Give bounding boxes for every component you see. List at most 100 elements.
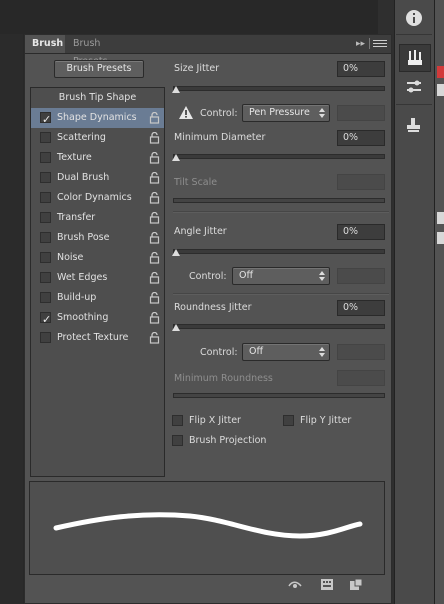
list-item-smoothing[interactable]: ✓ Smoothing (31, 308, 164, 328)
list-item-transfer[interactable]: Transfer (31, 208, 164, 228)
slider-knob[interactable] (172, 86, 180, 93)
minimum-roundness-field (337, 370, 385, 386)
brush-grid-icon[interactable] (321, 577, 333, 591)
minimum-diameter-field[interactable]: 0% (337, 130, 385, 146)
checkbox[interactable] (40, 152, 51, 163)
brush-projection-checkbox[interactable] (172, 435, 183, 446)
roundness-jitter-field[interactable]: 0% (337, 300, 385, 316)
checkbox[interactable]: ✓ (40, 112, 51, 126)
size-jitter-slider[interactable] (172, 86, 385, 93)
list-item-brush-tip-shape[interactable]: Brush Tip Shape (31, 88, 164, 108)
minimum-roundness-slider (173, 393, 385, 398)
canvas-area-left (0, 0, 23, 604)
control-dropdown-size[interactable]: Pen Pressure (242, 104, 330, 122)
control-dropdown-angle[interactable]: Off (232, 267, 330, 285)
updown-icon (319, 347, 325, 357)
roundness-jitter-slider[interactable] (172, 324, 385, 331)
panel-menu-icon[interactable] (369, 38, 387, 49)
info-icon[interactable] (399, 5, 429, 31)
angle-jitter-field[interactable]: 0% (337, 224, 385, 240)
lock-icon[interactable] (149, 232, 160, 244)
flip-y-label: Flip Y Jitter (300, 415, 352, 426)
list-item-label: Brush Pose (57, 232, 110, 243)
list-item-dual-brush[interactable]: Dual Brush (31, 168, 164, 188)
list-item-build-up[interactable]: Build-up (31, 288, 164, 308)
list-item-shape-dynamics[interactable]: ✓ Shape Dynamics (31, 108, 164, 128)
lock-icon[interactable] (149, 252, 160, 264)
checkbox[interactable] (40, 272, 51, 283)
size-jitter-field[interactable]: 0% (337, 61, 385, 77)
checkbox[interactable] (40, 332, 51, 343)
control-value: Off (249, 346, 264, 357)
lock-icon[interactable] (149, 332, 160, 344)
section-divider (173, 211, 389, 213)
collapse-icon[interactable]: ▸▸ (356, 39, 365, 49)
list-item-label: Transfer (57, 212, 96, 223)
checkbox[interactable] (40, 132, 51, 143)
list-item-protect-texture[interactable]: Protect Texture (31, 328, 164, 348)
checkbox[interactable] (40, 292, 51, 303)
checkbox[interactable] (40, 232, 51, 243)
control-value: Pen Pressure (249, 107, 310, 118)
lock-icon[interactable] (149, 272, 160, 284)
slider-knob[interactable] (172, 324, 180, 331)
angle-jitter-slider[interactable] (172, 249, 385, 256)
clone-source-icon[interactable] (399, 112, 429, 138)
control-field-angle (337, 268, 385, 284)
tilt-scale-label: Tilt Scale (174, 177, 218, 188)
brush-projection-label: Brush Projection (189, 435, 267, 446)
checkbox[interactable]: ✓ (40, 312, 51, 326)
brush-presets-button[interactable]: Brush Presets (54, 60, 144, 78)
lock-icon[interactable] (149, 132, 160, 144)
brush-panel: Brush Brush Presets ▸▸ Brush Presets Bru… (24, 34, 392, 604)
checkbox[interactable] (40, 192, 51, 203)
list-item-label: Wet Edges (57, 272, 108, 283)
color-swatch-icon[interactable] (437, 66, 444, 78)
panel-edge-marker (437, 212, 444, 224)
toggle-live-tip-icon[interactable] (288, 577, 302, 591)
control-dropdown-roundness[interactable]: Off (242, 343, 330, 361)
list-item-brush-pose[interactable]: Brush Pose (31, 228, 164, 248)
new-preset-icon[interactable] (350, 577, 362, 591)
list-item-noise[interactable]: Noise (31, 248, 164, 268)
checkbox[interactable] (40, 212, 51, 223)
brush-panel-icon[interactable] (399, 44, 431, 72)
list-item-wet-edges[interactable]: Wet Edges (31, 268, 164, 288)
list-item-texture[interactable]: Texture (31, 148, 164, 168)
list-item-color-dynamics[interactable]: Color Dynamics (31, 188, 164, 208)
checkbox[interactable] (40, 172, 51, 183)
lock-icon[interactable] (149, 192, 160, 204)
brush-presets-icon[interactable] (399, 74, 429, 100)
lock-icon[interactable] (149, 212, 160, 224)
tilt-scale-slider (173, 198, 385, 203)
flip-x-checkbox[interactable] (172, 415, 183, 426)
flip-y-checkbox[interactable] (283, 415, 294, 426)
roundness-jitter-label: Roundness Jitter (174, 302, 252, 313)
lock-icon[interactable] (149, 112, 160, 124)
lock-icon[interactable] (149, 312, 160, 324)
list-item-scattering[interactable]: Scattering (31, 128, 164, 148)
list-item-label: Build-up (57, 292, 97, 303)
slider-knob[interactable] (172, 154, 180, 161)
checkbox[interactable] (40, 252, 51, 263)
brush-settings-list: Brush Tip Shape ✓ Shape Dynamics Scatterin… (30, 87, 165, 477)
panel-tab-bar: Brush Brush Presets ▸▸ (25, 35, 391, 67)
lock-icon[interactable] (149, 152, 160, 164)
lock-icon[interactable] (149, 172, 160, 184)
brush-stroke-preview (29, 481, 385, 575)
panel-edge-marker (437, 84, 444, 96)
lock-icon[interactable] (149, 292, 160, 304)
control-label: Control: (200, 108, 238, 119)
tab-brush-presets[interactable]: Brush Presets (66, 35, 142, 67)
tab-brush[interactable]: Brush (25, 35, 65, 53)
canvas-area-top (0, 0, 378, 34)
minimum-diameter-slider[interactable] (172, 154, 385, 161)
list-item-label: Noise (57, 252, 84, 263)
updown-icon (319, 108, 325, 118)
slider-knob[interactable] (172, 249, 180, 256)
control-label: Control: (200, 347, 238, 358)
minimum-diameter-label: Minimum Diameter (174, 132, 266, 143)
checkmark-icon: ✓ (42, 313, 52, 326)
control-value: Off (239, 270, 254, 281)
flip-x-label: Flip X Jitter (189, 415, 241, 426)
